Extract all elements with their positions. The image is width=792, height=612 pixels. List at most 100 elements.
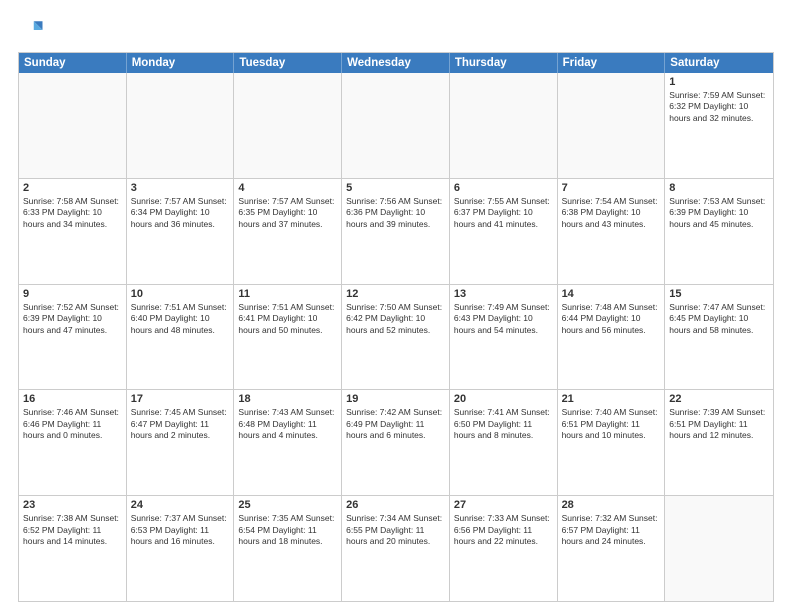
week-row-1: 2 Sunrise: 7:58 AM Sunset: 6:33 PM Daylig…	[19, 179, 773, 285]
day-number: 17	[131, 393, 230, 405]
header-day-sunday: Sunday	[19, 53, 127, 73]
day-number: 24	[131, 499, 230, 511]
calendar-header: SundayMondayTuesdayWednesdayThursdayFrid…	[19, 53, 773, 73]
empty-cell	[127, 73, 235, 178]
page: SundayMondayTuesdayWednesdayThursdayFrid…	[0, 0, 792, 612]
day-number: 25	[238, 499, 337, 511]
day-info: Sunrise: 7:49 AM Sunset: 6:43 PM Dayligh…	[454, 302, 553, 336]
day-info: Sunrise: 7:41 AM Sunset: 6:50 PM Dayligh…	[454, 407, 553, 441]
day-number: 7	[562, 182, 661, 194]
day-4: 4 Sunrise: 7:57 AM Sunset: 6:35 PM Daylig…	[234, 179, 342, 284]
day-28: 28Sunrise: 7:32 AM Sunset: 6:57 PM Dayli…	[558, 496, 666, 601]
day-number: 16	[23, 393, 122, 405]
day-number: 5	[346, 182, 445, 194]
day-info: Sunrise: 7:55 AM Sunset: 6:37 PM Dayligh…	[454, 196, 553, 230]
calendar-body: 1 Sunrise: 7:59 AM Sunset: 6:32 PM Daylig…	[19, 73, 773, 601]
day-number: 11	[238, 288, 337, 300]
day-info: Sunrise: 7:33 AM Sunset: 6:56 PM Dayligh…	[454, 513, 553, 547]
day-info: Sunrise: 7:42 AM Sunset: 6:49 PM Dayligh…	[346, 407, 445, 441]
day-5: 5 Sunrise: 7:56 AM Sunset: 6:36 PM Daylig…	[342, 179, 450, 284]
day-number: 20	[454, 393, 553, 405]
day-number: 13	[454, 288, 553, 300]
day-22: 22 Sunrise: 7:39 AM Sunset: 6:51 PM Dayli…	[665, 390, 773, 495]
day-info: Sunrise: 7:56 AM Sunset: 6:36 PM Dayligh…	[346, 196, 445, 230]
day-info: Sunrise: 7:45 AM Sunset: 6:47 PM Dayligh…	[131, 407, 230, 441]
day-13: 13 Sunrise: 7:49 AM Sunset: 6:43 PM Dayli…	[450, 285, 558, 390]
day-number: 18	[238, 393, 337, 405]
day-number: 6	[454, 182, 553, 194]
header-day-friday: Friday	[558, 53, 666, 73]
day-23: 23 Sunrise: 7:38 AM Sunset: 6:52 PM Dayli…	[19, 496, 127, 601]
day-number: 9	[23, 288, 122, 300]
day-info: Sunrise: 7:47 AM Sunset: 6:45 PM Dayligh…	[669, 302, 769, 336]
day-6: 6 Sunrise: 7:55 AM Sunset: 6:37 PM Daylig…	[450, 179, 558, 284]
day-number: 2	[23, 182, 122, 194]
logo-icon	[18, 16, 46, 44]
day-number: 28	[562, 499, 661, 511]
day-12: 12Sunrise: 7:50 AM Sunset: 6:42 PM Dayli…	[342, 285, 450, 390]
day-number: 14	[562, 288, 661, 300]
week-row-0: 1 Sunrise: 7:59 AM Sunset: 6:32 PM Daylig…	[19, 73, 773, 179]
day-info: Sunrise: 7:57 AM Sunset: 6:35 PM Dayligh…	[238, 196, 337, 230]
day-10: 10 Sunrise: 7:51 AM Sunset: 6:40 PM Dayli…	[127, 285, 235, 390]
day-number: 27	[454, 499, 553, 511]
day-8: 8Sunrise: 7:53 AM Sunset: 6:39 PM Daylig…	[665, 179, 773, 284]
day-20: 20 Sunrise: 7:41 AM Sunset: 6:50 PM Dayli…	[450, 390, 558, 495]
day-27: 27 Sunrise: 7:33 AM Sunset: 6:56 PM Dayli…	[450, 496, 558, 601]
day-3: 3Sunrise: 7:57 AM Sunset: 6:34 PM Daylig…	[127, 179, 235, 284]
empty-cell	[342, 73, 450, 178]
logo	[18, 16, 50, 44]
day-info: Sunrise: 7:38 AM Sunset: 6:52 PM Dayligh…	[23, 513, 122, 547]
day-info: Sunrise: 7:51 AM Sunset: 6:41 PM Dayligh…	[238, 302, 337, 336]
day-info: Sunrise: 7:50 AM Sunset: 6:42 PM Dayligh…	[346, 302, 445, 336]
day-21: 21 Sunrise: 7:40 AM Sunset: 6:51 PM Dayli…	[558, 390, 666, 495]
day-number: 23	[23, 499, 122, 511]
header-day-tuesday: Tuesday	[234, 53, 342, 73]
header-day-saturday: Saturday	[665, 53, 773, 73]
empty-cell	[450, 73, 558, 178]
day-info: Sunrise: 7:39 AM Sunset: 6:51 PM Dayligh…	[669, 407, 769, 441]
header	[18, 16, 774, 44]
header-day-wednesday: Wednesday	[342, 53, 450, 73]
day-info: Sunrise: 7:58 AM Sunset: 6:33 PM Dayligh…	[23, 196, 122, 230]
day-15: 15 Sunrise: 7:47 AM Sunset: 6:45 PM Dayli…	[665, 285, 773, 390]
day-number: 1	[669, 76, 769, 88]
day-info: Sunrise: 7:51 AM Sunset: 6:40 PM Dayligh…	[131, 302, 230, 336]
day-info: Sunrise: 7:43 AM Sunset: 6:48 PM Dayligh…	[238, 407, 337, 441]
day-24: 24 Sunrise: 7:37 AM Sunset: 6:53 PM Dayli…	[127, 496, 235, 601]
day-number: 22	[669, 393, 769, 405]
day-1: 1 Sunrise: 7:59 AM Sunset: 6:32 PM Daylig…	[665, 73, 773, 178]
day-number: 15	[669, 288, 769, 300]
day-14: 14Sunrise: 7:48 AM Sunset: 6:44 PM Dayli…	[558, 285, 666, 390]
calendar: SundayMondayTuesdayWednesdayThursdayFrid…	[18, 52, 774, 602]
day-info: Sunrise: 7:57 AM Sunset: 6:34 PM Dayligh…	[131, 196, 230, 230]
day-number: 10	[131, 288, 230, 300]
week-row-3: 16 Sunrise: 7:46 AM Sunset: 6:46 PM Dayli…	[19, 390, 773, 496]
day-18: 18 Sunrise: 7:43 AM Sunset: 6:48 PM Dayli…	[234, 390, 342, 495]
week-row-2: 9Sunrise: 7:52 AM Sunset: 6:39 PM Daylig…	[19, 285, 773, 391]
empty-cell	[19, 73, 127, 178]
week-row-4: 23 Sunrise: 7:38 AM Sunset: 6:52 PM Dayli…	[19, 496, 773, 601]
empty-cell	[558, 73, 666, 178]
header-day-monday: Monday	[127, 53, 235, 73]
day-info: Sunrise: 7:35 AM Sunset: 6:54 PM Dayligh…	[238, 513, 337, 547]
day-25: 25 Sunrise: 7:35 AM Sunset: 6:54 PM Dayli…	[234, 496, 342, 601]
day-2: 2 Sunrise: 7:58 AM Sunset: 6:33 PM Daylig…	[19, 179, 127, 284]
day-number: 26	[346, 499, 445, 511]
header-day-thursday: Thursday	[450, 53, 558, 73]
day-info: Sunrise: 7:37 AM Sunset: 6:53 PM Dayligh…	[131, 513, 230, 547]
day-number: 19	[346, 393, 445, 405]
day-info: Sunrise: 7:59 AM Sunset: 6:32 PM Dayligh…	[669, 90, 769, 124]
day-info: Sunrise: 7:40 AM Sunset: 6:51 PM Dayligh…	[562, 407, 661, 441]
empty-cell	[665, 496, 773, 601]
day-info: Sunrise: 7:46 AM Sunset: 6:46 PM Dayligh…	[23, 407, 122, 441]
day-number: 4	[238, 182, 337, 194]
day-number: 21	[562, 393, 661, 405]
day-info: Sunrise: 7:53 AM Sunset: 6:39 PM Dayligh…	[669, 196, 769, 230]
day-16: 16 Sunrise: 7:46 AM Sunset: 6:46 PM Dayli…	[19, 390, 127, 495]
day-26: 26 Sunrise: 7:34 AM Sunset: 6:55 PM Dayli…	[342, 496, 450, 601]
day-11: 11 Sunrise: 7:51 AM Sunset: 6:41 PM Dayli…	[234, 285, 342, 390]
day-9: 9Sunrise: 7:52 AM Sunset: 6:39 PM Daylig…	[19, 285, 127, 390]
day-info: Sunrise: 7:34 AM Sunset: 6:55 PM Dayligh…	[346, 513, 445, 547]
day-7: 7Sunrise: 7:54 AM Sunset: 6:38 PM Daylig…	[558, 179, 666, 284]
